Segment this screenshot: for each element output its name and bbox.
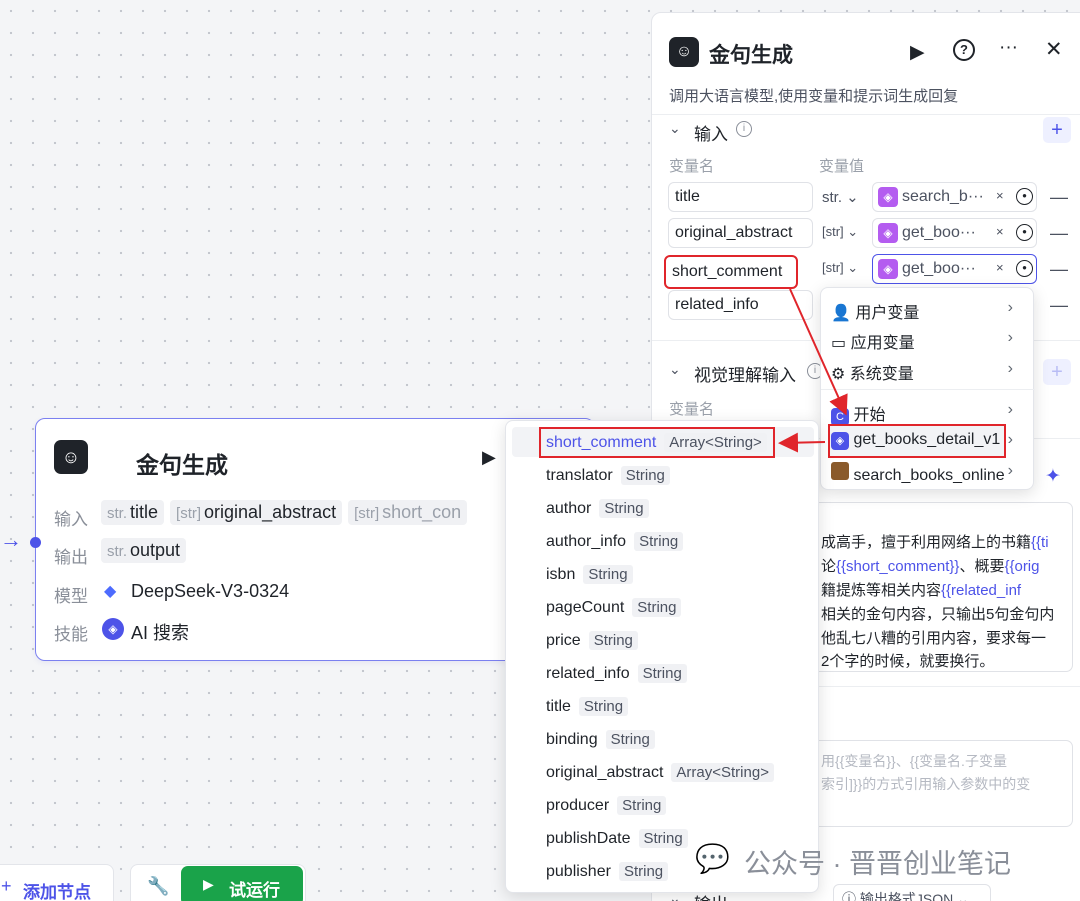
arrow-dropdown-to-field [778,432,826,453]
annotation-arrows [778,288,848,453]
arrow-row-to-dropdown [789,288,848,416]
wechat-icon: 💬 [695,843,730,874]
watermark-text: 公众号 · 晋晋创业笔记 [744,849,1011,879]
